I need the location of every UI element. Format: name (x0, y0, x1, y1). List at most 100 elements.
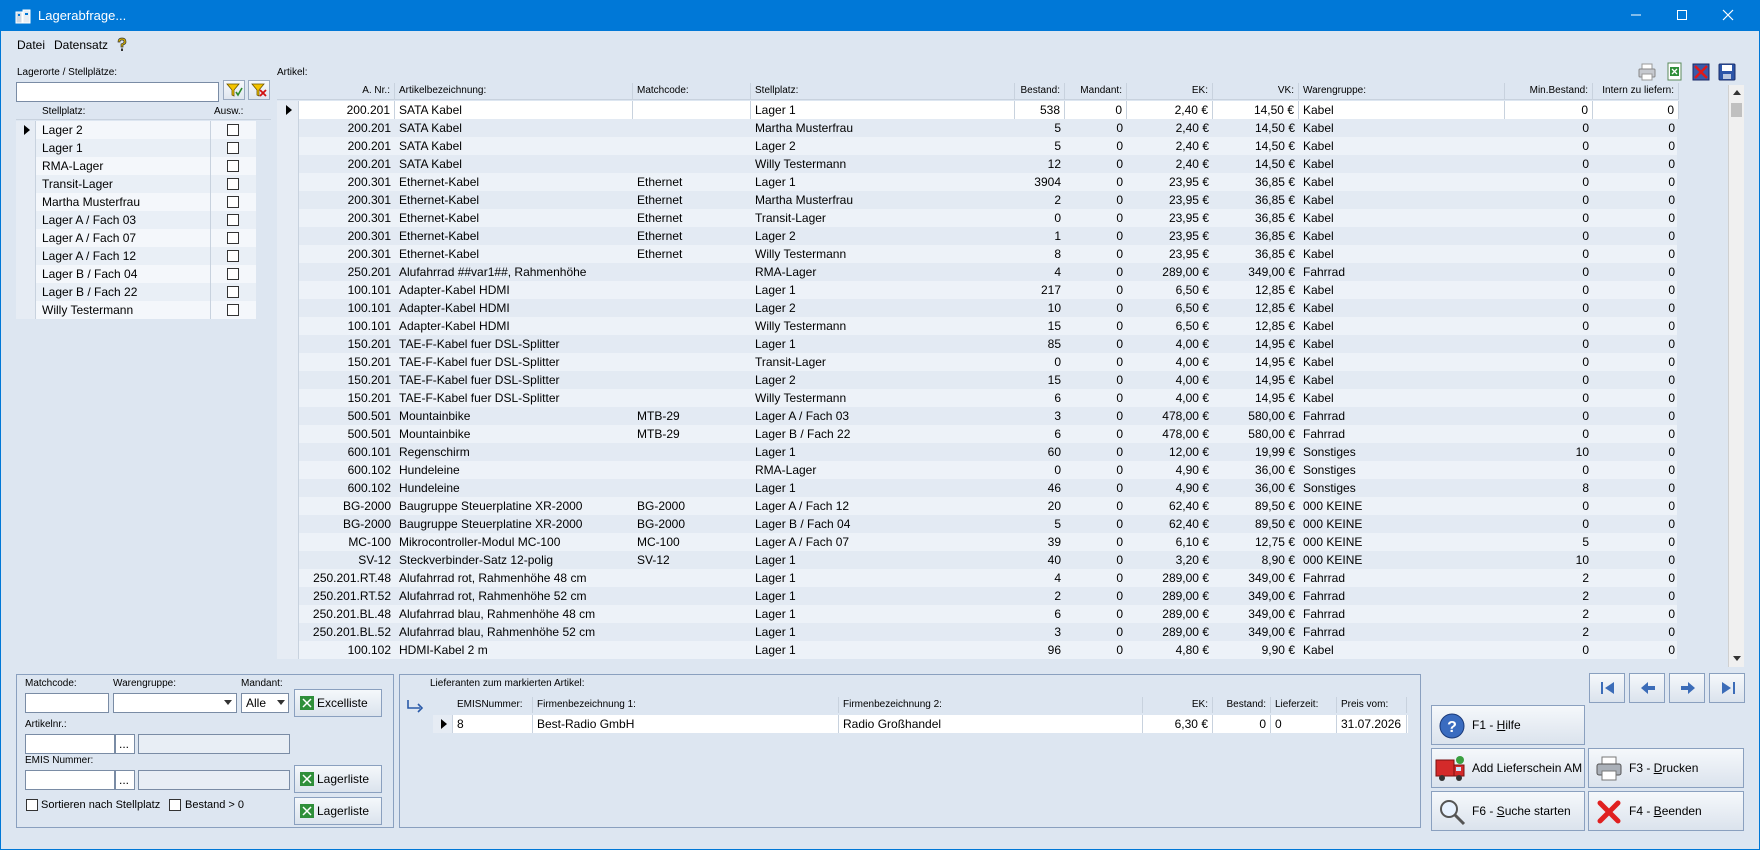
stellplatz-row[interactable]: Lager A / Fach 07 (16, 229, 256, 247)
row-selector[interactable] (277, 641, 299, 659)
row-selector[interactable] (277, 137, 299, 155)
artikelnr-browse-button[interactable]: ... (115, 734, 135, 754)
row-selector[interactable] (277, 479, 299, 497)
scroll-down-icon[interactable] (1732, 655, 1742, 663)
minimize-button[interactable] (1613, 1, 1659, 31)
artikel-row[interactable]: 500.501 Mountainbike MTB-29 Lager B / Fach … (277, 425, 1677, 443)
ausw-checkbox[interactable] (227, 214, 239, 226)
artikel-row[interactable]: 250.201.RT.48 Alufahrrad rot, Rahmenhöhe … (277, 569, 1677, 587)
ausw-checkbox[interactable] (227, 268, 239, 280)
artikel-row[interactable]: 250.201.RT.52 Alufahrrad rot, Rahmenhöhe … (277, 587, 1677, 605)
artikel-row[interactable]: 150.201 TAE-F-Kabel fuer DSL-Splitter Lage… (277, 371, 1677, 389)
warengruppe-select[interactable] (113, 693, 237, 713)
row-selector[interactable] (16, 139, 36, 157)
row-selector[interactable] (16, 121, 36, 139)
print-icon[interactable] (1637, 63, 1657, 81)
artikel-col-header[interactable]: Matchcode: (633, 83, 751, 99)
export-excel-icon[interactable] (1665, 62, 1685, 82)
artikel-row[interactable]: 200.301 Ethernet-Kabel Ethernet Transit-Lag… (277, 209, 1677, 227)
artikel-row[interactable]: BG-2000 Baugruppe Steuerplatine XR-2000 BG… (277, 515, 1677, 533)
scroll-up-icon[interactable] (1732, 88, 1742, 96)
row-selector[interactable] (277, 605, 299, 623)
artikelnr-input[interactable] (25, 734, 115, 754)
ausw-checkbox[interactable] (227, 232, 239, 244)
artikel-row[interactable]: 250.201.BL.48 Alufahrrad blau, Rahmenhöhe… (277, 605, 1677, 623)
emis-browse-button[interactable]: ... (115, 770, 135, 790)
ausw-checkbox[interactable] (227, 304, 239, 316)
lieferanten-col-header[interactable]: Firmenbezeichnung 1: (533, 697, 839, 713)
row-selector[interactable] (277, 443, 299, 461)
save-icon[interactable] (1717, 62, 1737, 82)
row-selector[interactable] (277, 101, 299, 119)
artikel-col-header[interactable]: A. Nr.: (299, 83, 395, 99)
artikel-row[interactable]: 200.301 Ethernet-Kabel Ethernet Martha Must… (277, 191, 1677, 209)
row-selector[interactable] (277, 623, 299, 641)
lieferanten-col-header[interactable]: EK: (1143, 697, 1213, 713)
row-selector[interactable] (277, 533, 299, 551)
lieferanten-col-header[interactable]: Preis vom: (1337, 697, 1407, 713)
lagerliste-button-2[interactable]: Lagerliste (294, 797, 382, 825)
artikel-row[interactable]: BG-2000 Baugruppe Steuerplatine XR-2000 BG… (277, 497, 1677, 515)
nav-last-button[interactable] (1709, 673, 1745, 703)
row-selector[interactable] (277, 425, 299, 443)
lagerliste-button-1[interactable]: Lagerliste (294, 765, 382, 793)
row-selector[interactable] (16, 175, 36, 193)
artikel-col-header[interactable]: Bestand: (1015, 83, 1065, 99)
row-selector[interactable] (277, 515, 299, 533)
artikel-col-header[interactable]: Intern zu liefern: (1593, 83, 1679, 99)
nav-next-button[interactable] (1669, 673, 1705, 703)
stellplatz-row[interactable]: Martha Musterfrau (16, 193, 256, 211)
ausw-checkbox[interactable] (227, 250, 239, 262)
row-selector[interactable] (277, 281, 299, 299)
row-selector[interactable] (16, 283, 36, 301)
row-selector[interactable] (277, 353, 299, 371)
row-selector[interactable] (277, 173, 299, 191)
artikel-col-header[interactable]: VK: (1213, 83, 1299, 99)
stellplatz-row[interactable]: Lager A / Fach 03 (16, 211, 256, 229)
artikel-col-header[interactable]: EK: (1127, 83, 1213, 99)
artikel-row[interactable]: 100.101 Adapter-Kabel HDMI Lager 1 217 0 6,50… (277, 281, 1677, 299)
help-key-icon[interactable] (116, 37, 128, 53)
row-selector[interactable] (16, 265, 36, 283)
lieferanten-col-header[interactable]: Bestand: (1213, 697, 1271, 713)
menu-datei[interactable]: Datei (17, 38, 45, 52)
nav-first-button[interactable] (1589, 673, 1625, 703)
nav-prev-button[interactable] (1629, 673, 1665, 703)
ausw-checkbox[interactable] (227, 196, 239, 208)
row-selector[interactable] (277, 587, 299, 605)
menu-datensatz[interactable]: Datensatz (54, 38, 108, 52)
row-selector[interactable] (277, 389, 299, 407)
row-selector[interactable] (16, 301, 36, 319)
suche-starten-button[interactable]: F6 - Suche starten (1431, 791, 1585, 831)
ausw-checkbox[interactable] (227, 286, 239, 298)
ausw-checkbox[interactable] (227, 160, 239, 172)
stellplatz-row[interactable]: Lager 1 (16, 139, 256, 157)
row-selector[interactable] (277, 551, 299, 569)
artikel-row[interactable]: 200.201 SATA Kabel Martha Musterfrau 5 0 2,40… (277, 119, 1677, 137)
artikel-row[interactable]: 150.201 TAE-F-Kabel fuer DSL-Splitter Lage… (277, 335, 1677, 353)
bestand-checkbox[interactable] (169, 799, 181, 811)
excelliste-button[interactable]: Excelliste (294, 689, 382, 717)
artikel-row[interactable]: 200.301 Ethernet-Kabel Ethernet Willy Teste… (277, 245, 1677, 263)
lieferant-row[interactable]: 8 Best-Radio GmbH Radio Großhandel 6,30 €0 0… (433, 715, 1408, 733)
row-selector[interactable] (277, 263, 299, 281)
filter-clear-button[interactable] (248, 80, 270, 100)
artikel-col-header[interactable]: Min.Bestand: (1505, 83, 1593, 99)
row-selector[interactable] (16, 247, 36, 265)
row-selector[interactable] (277, 569, 299, 587)
drucken-button[interactable]: F3 - Drucken (1588, 748, 1744, 788)
row-selector[interactable] (277, 371, 299, 389)
row-selector[interactable] (16, 211, 36, 229)
matchcode-input[interactable] (25, 693, 109, 713)
artikel-row[interactable]: 250.201.BL.52 Alufahrrad blau, Rahmenhöhe… (277, 623, 1677, 641)
artikel-col-header[interactable]: Stellplatz: (751, 83, 1015, 99)
artikel-scrollbar[interactable] (1728, 85, 1744, 667)
mandant-select[interactable]: Alle (241, 693, 289, 713)
artikel-row[interactable]: SV-12 Steckverbinder-Satz 12-polig SV-12 La… (277, 551, 1677, 569)
ausw-checkbox[interactable] (227, 124, 239, 136)
row-selector[interactable] (16, 193, 36, 211)
artikel-row[interactable]: 150.201 TAE-F-Kabel fuer DSL-Splitter Will… (277, 389, 1677, 407)
artikel-row[interactable]: 250.201 Alufahrrad ##var1##, Rahmenhöhe RM… (277, 263, 1677, 281)
row-selector[interactable] (277, 461, 299, 479)
lieferanten-col-header[interactable]: Lieferzeit: (1271, 697, 1337, 713)
